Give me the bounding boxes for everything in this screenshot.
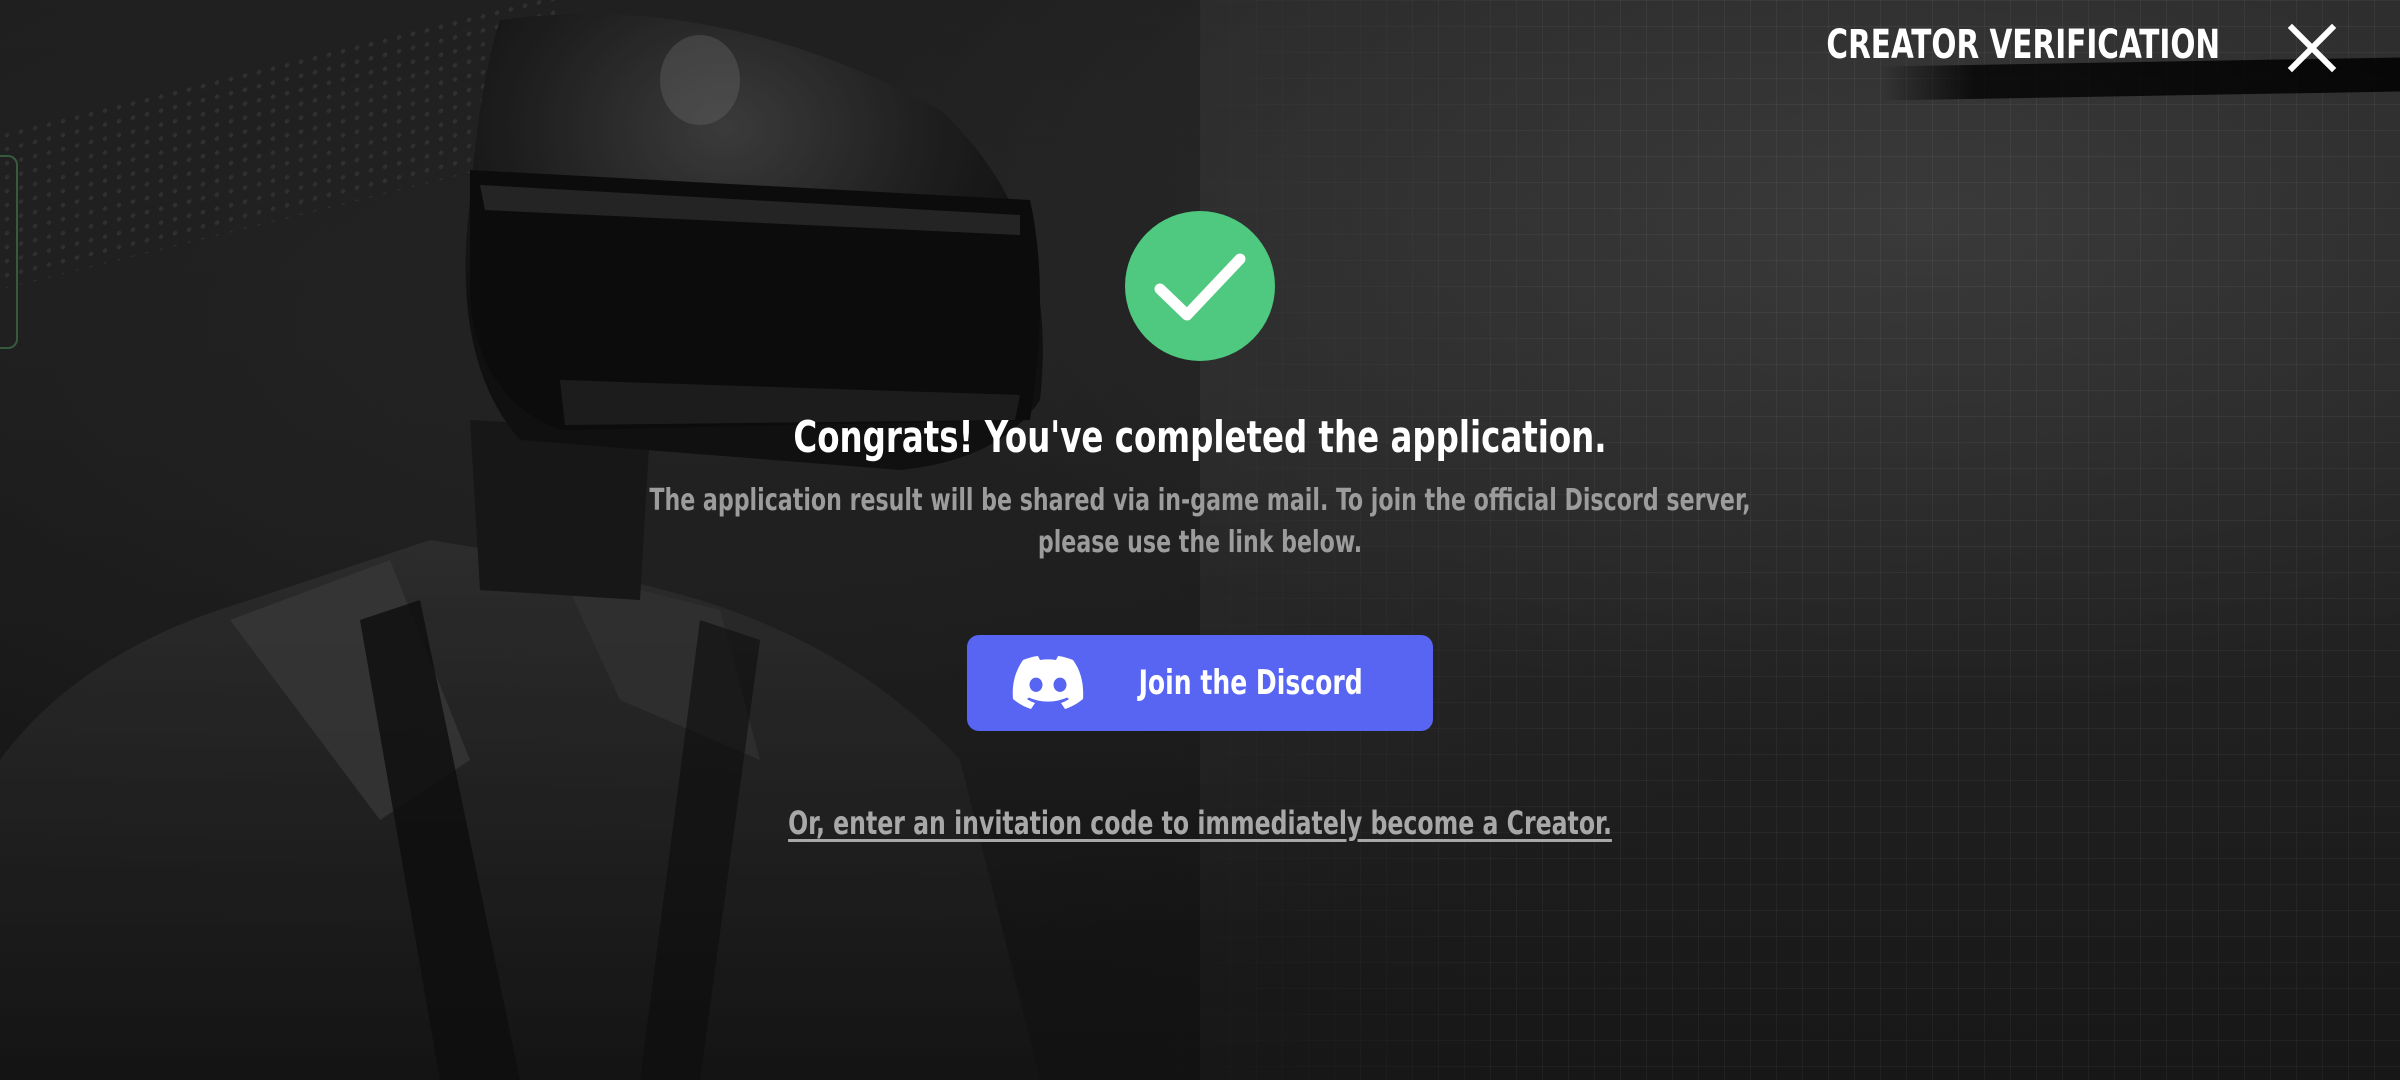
side-tab[interactable] (0, 155, 18, 349)
page-title: CREATOR VERIFICATION (1826, 22, 2220, 68)
close-icon (2287, 23, 2337, 73)
discord-icon (1013, 656, 1084, 709)
invitation-code-link[interactable]: Or, enter an invitation code to immediat… (216, 804, 2184, 842)
close-button[interactable] (2282, 18, 2342, 78)
check-circle-icon (1154, 253, 1246, 321)
join-discord-label: Join the Discord (1138, 663, 1364, 703)
success-headline: Congrats! You've completed the applicati… (793, 412, 1607, 463)
success-description: The application result will be shared vi… (649, 483, 1751, 560)
join-discord-button[interactable]: Join the Discord (967, 635, 1433, 731)
success-badge (1125, 211, 1275, 361)
